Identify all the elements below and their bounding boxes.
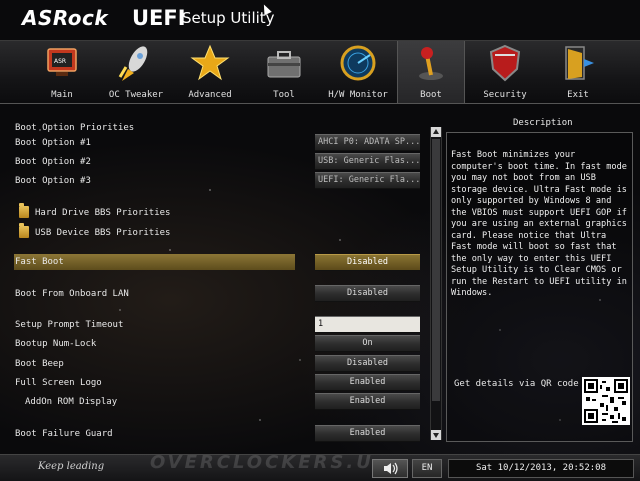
boot-failure-guard-value[interactable]: Enabled [315, 425, 420, 442]
boot-option-1-value[interactable]: AHCI P0: ADATA SP... [315, 134, 420, 151]
language-button[interactable]: EN [412, 459, 442, 478]
svg-text:ASR: ASR [54, 58, 66, 65]
bootup-numlock-value[interactable]: On [315, 335, 420, 352]
setup-prompt-timeout-label: Setup Prompt Timeout [15, 320, 124, 330]
keep-leading-slogan: Keep leading [38, 461, 105, 472]
monitor-icon: ASR [47, 48, 77, 76]
boot-failure-guard-label: Boot Failure Guard [15, 429, 113, 439]
tab-bar: ASR Main OC Tweaker Advanced Tool H/W Mo… [0, 40, 640, 104]
title-uefi: UEFI [132, 6, 186, 30]
tab-exit-label: Exit [567, 90, 589, 100]
tab-security-label: Security [483, 90, 527, 100]
tab-hw-monitor-label: H/W Monitor [328, 90, 388, 100]
fast-boot-value[interactable]: Disabled [315, 254, 420, 271]
description-title: Description [513, 118, 573, 128]
scroll-up-arrow-icon[interactable] [431, 127, 441, 137]
description-text: Fast Boot minimizes your computer's boot… [451, 150, 627, 298]
fast-boot-label: Fast Boot [15, 257, 64, 267]
exit-door-icon [565, 46, 594, 80]
boot-option-2-value[interactable]: USB: Generic Flas... [315, 153, 420, 170]
tab-hw-monitor[interactable]: H/W Monitor [326, 41, 390, 103]
tab-main-label: Main [51, 90, 73, 100]
qr-code-label: Get details via QR code [454, 379, 579, 389]
qr-code-pattern-icon [584, 379, 628, 423]
boot-beep-value[interactable]: Disabled [315, 355, 420, 372]
tab-oc-tweaker-label: OC Tweaker [108, 90, 164, 100]
tab-oc-tweaker[interactable]: OC Tweaker [100, 41, 172, 103]
tab-advanced[interactable]: Advanced [176, 41, 244, 103]
boot-onboard-lan-label: Boot From Onboard LAN [15, 289, 129, 299]
tab-tool[interactable]: Tool [252, 41, 316, 103]
asrock-logo: ASRock [22, 6, 109, 30]
boot-option-3-value[interactable]: UEFI: Generic Fla... [315, 172, 420, 189]
usb-bbs-priorities-link[interactable]: USB Device BBS Priorities [19, 223, 171, 238]
speaker-icon [384, 462, 398, 475]
sound-toggle-button[interactable] [372, 459, 408, 478]
shield-icon [489, 44, 521, 82]
boot-option-2-label: Boot Option #2 [15, 157, 91, 167]
toolbox-icon [267, 51, 301, 78]
hdd-bbs-priorities-link[interactable]: Hard Drive BBS Priorities [19, 203, 171, 218]
tab-advanced-label: Advanced [188, 90, 232, 100]
full-screen-logo-label: Full Screen Logo [15, 378, 102, 388]
tab-main[interactable]: ASR Main [22, 41, 102, 103]
tab-boot-label: Boot [420, 90, 442, 100]
radar-icon [340, 45, 376, 81]
boot-option-3-label: Boot Option #3 [15, 176, 91, 186]
boot-onboard-lan-value[interactable]: Disabled [315, 285, 420, 302]
setup-prompt-timeout-input[interactable]: 1 [315, 316, 420, 333]
addon-rom-display-label: AddOn ROM Display [25, 397, 118, 407]
watermark: OVERCLOCKERS.U [150, 452, 374, 473]
bootup-numlock-label: Bootup Num-Lock [15, 339, 97, 349]
tab-security[interactable]: Security [470, 41, 540, 103]
tab-exit[interactable]: Exit [545, 41, 611, 103]
boot-option-1-label: Boot Option #1 [15, 138, 91, 148]
usb-bbs-priorities-label: USB Device BBS Priorities [35, 228, 171, 238]
tab-boot[interactable]: Boot [397, 41, 465, 103]
date-time-display: Sat 10/12/2013, 20:52:08 [448, 459, 634, 478]
folder-icon [19, 203, 29, 218]
full-screen-logo-value[interactable]: Enabled [315, 374, 420, 391]
rocket-icon [118, 46, 148, 81]
settings-scrollbar[interactable] [430, 127, 442, 440]
star-icon [190, 44, 230, 81]
scrollbar-thumb[interactable] [432, 139, 440, 401]
addon-rom-display-value[interactable]: Enabled [315, 393, 420, 410]
boot-option-priorities-heading: Boot Option Priorities [15, 123, 135, 133]
title-setup-utility: Setup Utility [182, 9, 275, 27]
boot-beep-label: Boot Beep [15, 359, 64, 369]
hdd-bbs-priorities-label: Hard Drive BBS Priorities [35, 208, 171, 218]
scroll-down-arrow-icon[interactable] [431, 430, 441, 440]
joystick-icon [419, 47, 443, 80]
folder-icon [19, 223, 29, 238]
tab-tool-label: Tool [273, 90, 295, 100]
